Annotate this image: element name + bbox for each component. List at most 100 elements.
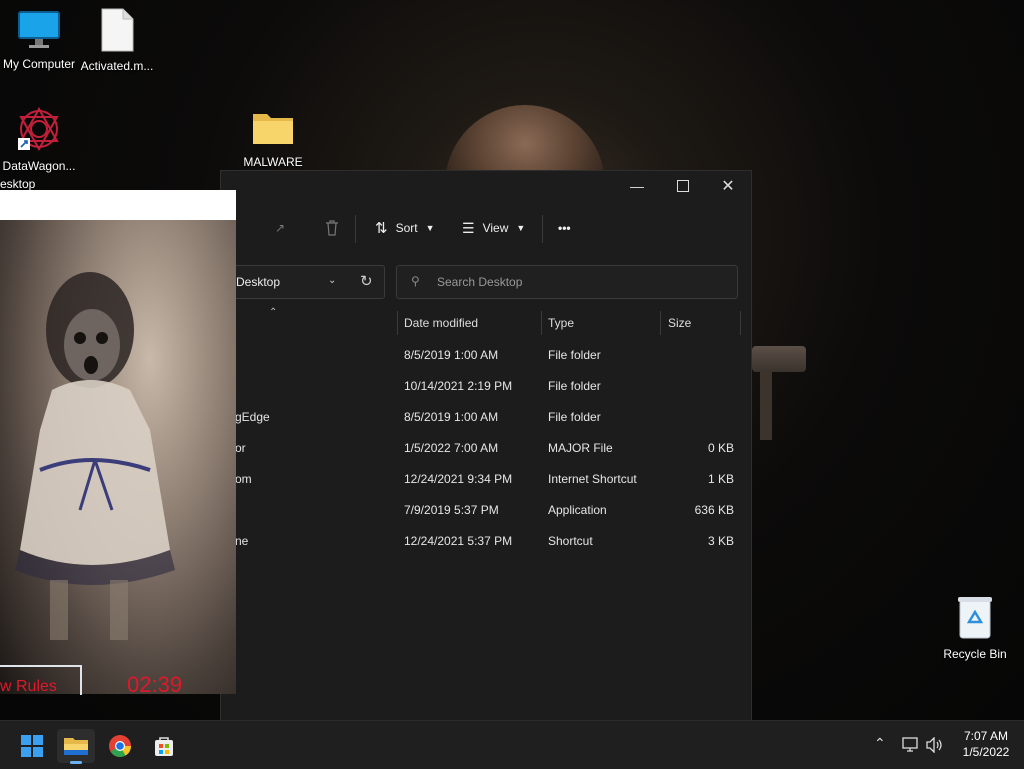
file-date: 12/24/2021 9:34 PM bbox=[404, 472, 513, 486]
file-date: 12/24/2021 5:37 PM bbox=[404, 534, 513, 548]
recycle-bin-icon bbox=[958, 597, 992, 639]
clock[interactable]: 7:07 AM 1/5/2022 bbox=[956, 729, 1016, 759]
share-icon: ↗ bbox=[275, 221, 286, 235]
clock-date: 1/5/2022 bbox=[962, 745, 1010, 759]
column-type[interactable]: Type bbox=[548, 311, 574, 335]
minimize-button[interactable]: — bbox=[614, 171, 660, 201]
file-type: File folder bbox=[548, 379, 601, 393]
ghost-girl-figure bbox=[15, 272, 175, 640]
view-rules-label: w Rules bbox=[0, 678, 57, 695]
file-icon bbox=[101, 8, 134, 52]
close-button[interactable]: ✕ bbox=[705, 171, 751, 201]
file-type: File folder bbox=[548, 410, 601, 424]
windows-icon bbox=[21, 735, 43, 757]
ransom-window: w Rules 02:39 bbox=[0, 190, 236, 697]
search-input[interactable]: ⚲ Search Desktop bbox=[396, 265, 738, 299]
clock-time: 7:07 AM bbox=[963, 729, 1009, 743]
chevron-down-icon[interactable]: ⌄ bbox=[328, 275, 336, 286]
chevron-up-icon[interactable]: ⌃ bbox=[874, 735, 886, 752]
column-date-modified[interactable]: Date modified bbox=[404, 311, 478, 335]
address-text: Desktop bbox=[236, 275, 281, 289]
folder-icon bbox=[64, 738, 88, 755]
window-title-fragment: esktop bbox=[0, 177, 36, 191]
delete-button[interactable] bbox=[325, 217, 339, 239]
minimize-icon: — bbox=[630, 178, 644, 194]
network-icon[interactable] bbox=[902, 737, 920, 753]
maximize-icon bbox=[677, 180, 689, 192]
taskbar: ⌃ 7:07 AM 1/5/2022 bbox=[0, 720, 1024, 769]
ransom-window-titlebar[interactable] bbox=[0, 190, 236, 220]
wallpaper-detail-2 bbox=[760, 370, 772, 440]
file-type: Application bbox=[548, 503, 607, 517]
file-type: Internet Shortcut bbox=[548, 472, 637, 486]
close-icon: ✕ bbox=[721, 178, 735, 195]
search-icon: ⚲ bbox=[411, 274, 420, 288]
file-date: 7/9/2019 5:37 PM bbox=[404, 503, 499, 517]
store-icon bbox=[155, 737, 173, 756]
countdown-timer: 02:39 bbox=[127, 672, 183, 697]
file-size: 1 KB bbox=[707, 472, 734, 486]
column-size[interactable]: Size bbox=[668, 311, 691, 335]
toolbar-divider bbox=[542, 215, 543, 243]
file-row[interactable]: 8/5/2019 1:00 AM File folder bbox=[221, 339, 751, 370]
column-divider bbox=[660, 311, 661, 335]
chevron-down-icon: ▼ bbox=[516, 223, 526, 233]
ghost-girl-image bbox=[0, 220, 236, 694]
sort-button[interactable]: ⇅ Sort ▼ bbox=[375, 217, 435, 239]
file-date: 8/5/2019 1:00 AM bbox=[404, 348, 499, 362]
active-indicator bbox=[70, 761, 82, 764]
file-size: 0 KB bbox=[707, 441, 734, 455]
file-name: or bbox=[235, 441, 246, 455]
desktop-icon-activated[interactable]: Activated.m... bbox=[69, 8, 165, 73]
sort-label: Sort bbox=[395, 221, 418, 235]
file-date: 10/14/2021 2:19 PM bbox=[404, 379, 513, 393]
desktop-icon-label: Activated.m... bbox=[80, 59, 154, 73]
chrome-icon bbox=[109, 735, 131, 757]
volume-icon[interactable] bbox=[926, 737, 944, 753]
address-bar[interactable]: Desktop ⌄ ↻ bbox=[221, 265, 385, 299]
column-label: Size bbox=[668, 316, 692, 330]
file-row[interactable]: 10/14/2021 2:19 PM File folder bbox=[221, 370, 751, 401]
start-button[interactable] bbox=[13, 729, 51, 763]
column-label: Type bbox=[548, 316, 575, 330]
maximize-button[interactable] bbox=[660, 171, 706, 201]
desktop-icon-datawagon[interactable]: DataWagon... bbox=[0, 106, 87, 173]
column-divider bbox=[740, 311, 741, 335]
chevron-down-icon: ▼ bbox=[425, 223, 435, 233]
view-icon: ☰ bbox=[462, 219, 475, 236]
file-type: File folder bbox=[548, 348, 601, 362]
monitor-icon bbox=[18, 11, 60, 48]
store-taskbar-button[interactable] bbox=[145, 729, 183, 763]
datawagon-icon bbox=[18, 106, 59, 152]
sort-icon: ⇅ bbox=[375, 220, 388, 237]
file-row[interactable]: 7/9/2019 5:37 PM Application 636 KB bbox=[221, 494, 751, 525]
desktop-icon-malware[interactable]: MALWARE bbox=[225, 108, 321, 169]
file-row[interactable]: or 1/5/2022 7:00 AM MAJOR File 0 KB bbox=[221, 432, 751, 463]
refresh-icon[interactable]: ↻ bbox=[360, 272, 373, 290]
more-options-button[interactable]: ••• bbox=[558, 217, 571, 239]
column-label: Date modified bbox=[404, 316, 479, 330]
desktop-icon-label: MALWARE bbox=[243, 155, 303, 169]
desktop-icon-recycle-bin[interactable]: Recycle Bin bbox=[927, 594, 1023, 661]
desktop-icon-label: Recycle Bin bbox=[943, 647, 1007, 661]
file-size: 3 KB bbox=[707, 534, 734, 548]
file-explorer-taskbar-button[interactable] bbox=[57, 729, 95, 764]
chrome-taskbar-button[interactable] bbox=[101, 729, 139, 763]
trash-icon bbox=[326, 220, 338, 236]
file-name: ne bbox=[235, 534, 249, 548]
file-row[interactable]: om 12/24/2021 9:34 PM Internet Shortcut … bbox=[221, 463, 751, 494]
column-divider bbox=[397, 311, 398, 335]
file-type: Shortcut bbox=[548, 534, 593, 548]
share-button[interactable]: ↗ bbox=[275, 217, 285, 239]
file-name: gEdge bbox=[235, 410, 270, 424]
view-rules-button[interactable]: w Rules bbox=[0, 665, 82, 695]
file-date: 1/5/2022 7:00 AM bbox=[404, 441, 499, 455]
file-explorer-window: — ✕ ↗ ⇅ Sort ▼ ☰ View ▼ ••• Desktop ⌄ ↻ … bbox=[220, 170, 752, 722]
sort-indicator-icon: ⌃ bbox=[269, 307, 278, 318]
file-row[interactable]: gEdge 8/5/2019 1:00 AM File folder bbox=[221, 401, 751, 432]
wallpaper-detail bbox=[752, 346, 806, 372]
file-row[interactable]: ne 12/24/2021 5:37 PM Shortcut 3 KB bbox=[221, 525, 751, 556]
column-divider bbox=[541, 311, 542, 335]
view-button[interactable]: ☰ View ▼ bbox=[462, 217, 525, 239]
search-placeholder: Search Desktop bbox=[437, 275, 523, 289]
